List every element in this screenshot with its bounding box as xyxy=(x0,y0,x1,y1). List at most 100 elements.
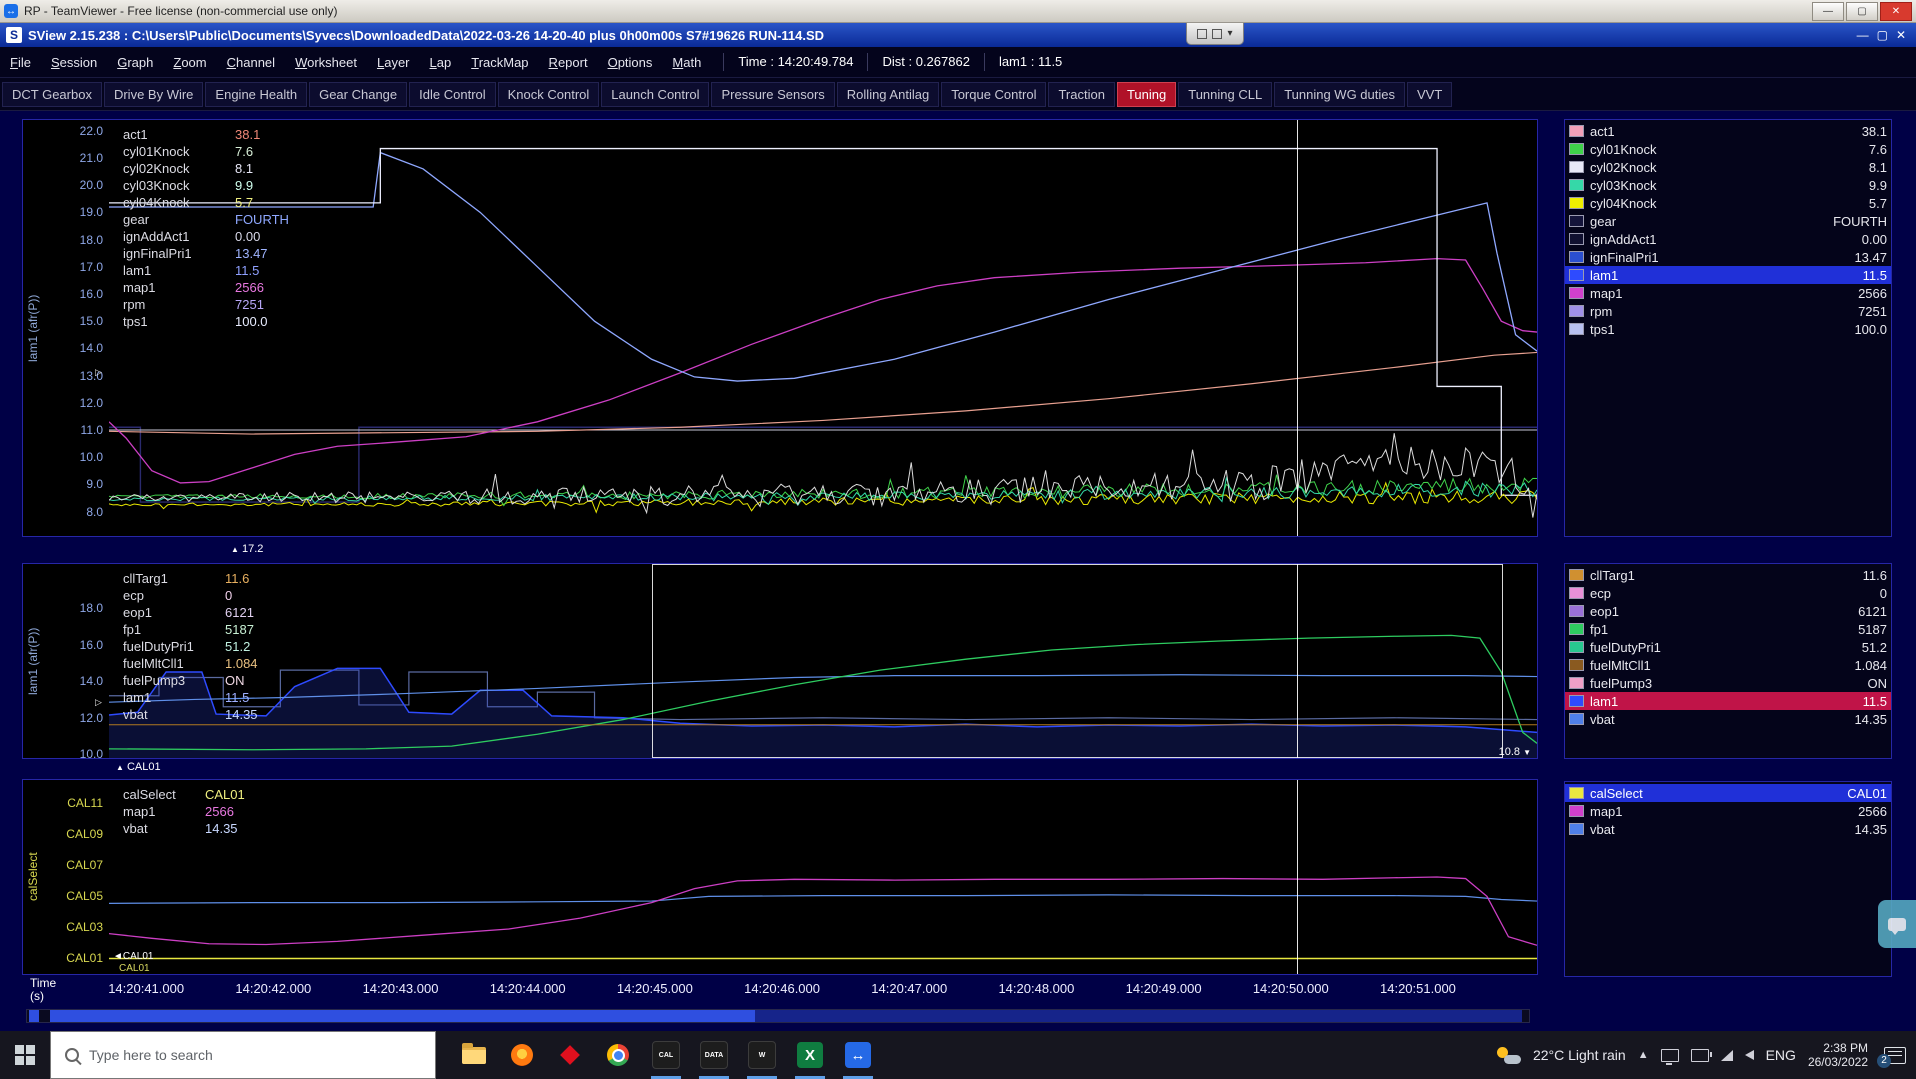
tab-tunning-cll[interactable]: Tunning CLL xyxy=(1178,82,1272,107)
channel-color-swatch xyxy=(1569,677,1584,689)
tab-drive-by-wire[interactable]: Drive By Wire xyxy=(104,82,203,107)
tab-rolling-antilag[interactable]: Rolling Antilag xyxy=(837,82,939,107)
channel-row-rpm[interactable]: rpm7251 xyxy=(1565,302,1891,320)
minimize-button[interactable]: — xyxy=(1812,2,1844,21)
top-plot[interactable]: act138.1cyl01Knock7.6cyl02Knock8.1cyl03K… xyxy=(109,120,1537,536)
channel-row-fp1[interactable]: fp15187 xyxy=(1565,620,1891,638)
channel-row-cyl02Knock[interactable]: cyl02Knock8.1 xyxy=(1565,158,1891,176)
notification-icon[interactable]: 2 xyxy=(1884,1047,1906,1064)
channel-row-fuelDutyPri1[interactable]: fuelDutyPri151.2 xyxy=(1565,638,1891,656)
channel-row-cyl04Knock[interactable]: cyl04Knock5.7 xyxy=(1565,194,1891,212)
horizontal-scrollbar[interactable] xyxy=(26,1009,1530,1023)
zoom-selection-box[interactable] xyxy=(652,564,1503,758)
taskbar-app-cal[interactable]: CAL xyxy=(642,1031,690,1079)
menu-item-lap[interactable]: Lap xyxy=(420,50,462,75)
time-tick-label: 14:20:48.000 xyxy=(998,981,1074,996)
tab-gear-change[interactable]: Gear Change xyxy=(309,82,407,107)
top-chart-panel[interactable]: lam1 (afr(P)) 22.021.020.019.018.017.016… xyxy=(22,119,1538,537)
tray-expand-icon[interactable]: ▲ xyxy=(1638,1049,1649,1061)
taskbar-app-excel[interactable]: X xyxy=(786,1031,834,1079)
tab-dct-gearbox[interactable]: DCT Gearbox xyxy=(2,82,102,107)
channel-row-map1[interactable]: map12566 xyxy=(1565,284,1891,302)
window-minimize-icon[interactable]: — xyxy=(1857,28,1869,42)
teamviewer-chat-button[interactable] xyxy=(1878,900,1916,948)
middle-plot[interactable]: cllTarg111.6ecp0eop16121fp15187fuelDutyP… xyxy=(109,564,1537,758)
monitor-icon[interactable] xyxy=(1661,1049,1679,1062)
menu-item-session[interactable]: Session xyxy=(41,50,107,75)
tab-tunning-wg-duties[interactable]: Tunning WG duties xyxy=(1274,82,1405,107)
time-tick-label: 14:20:46.000 xyxy=(744,981,820,996)
channel-row-vbat[interactable]: vbat14.35 xyxy=(1565,820,1891,838)
taskbar-app-chrome[interactable] xyxy=(594,1031,642,1079)
tab-engine-health[interactable]: Engine Health xyxy=(205,82,307,107)
tab-vvt[interactable]: VVT xyxy=(1407,82,1452,107)
menu-item-file[interactable]: File xyxy=(0,50,41,75)
taskbar-app-folder[interactable] xyxy=(450,1031,498,1079)
legend-channel-value: 9.9 xyxy=(235,178,253,193)
window-title: SView 2.15.238 : C:\Users\Public\Documen… xyxy=(28,28,1857,43)
channel-row-cyl03Knock[interactable]: cyl03Knock9.9 xyxy=(1565,176,1891,194)
channel-row-cllTarg1[interactable]: cllTarg111.6 xyxy=(1565,566,1891,584)
bottom-plot[interactable]: calSelectCAL01map12566vbat14.35 ◄CAL01 C… xyxy=(109,780,1537,974)
channel-list-panel-top: act138.1cyl01Knock7.6cyl02Knock8.1cyl03K… xyxy=(1564,119,1892,537)
tab-knock-control[interactable]: Knock Control xyxy=(498,82,600,107)
channel-row-tps1[interactable]: tps1100.0 xyxy=(1565,320,1891,338)
bottom-chart-panel[interactable]: calSelect CAL11CAL09CAL07CAL05CAL03CAL01… xyxy=(22,779,1538,975)
menu-item-graph[interactable]: Graph xyxy=(107,50,163,75)
teamviewer-session-widget[interactable]: ▾ xyxy=(1186,23,1244,45)
tab-launch-control[interactable]: Launch Control xyxy=(601,82,709,107)
channel-row-map1[interactable]: map12566 xyxy=(1565,802,1891,820)
taskbar-app-data[interactable]: DATA xyxy=(690,1031,738,1079)
menu-item-math[interactable]: Math xyxy=(662,50,711,75)
tab-tuning[interactable]: Tuning xyxy=(1117,82,1176,107)
menu-item-report[interactable]: Report xyxy=(539,50,598,75)
window-restore-icon[interactable]: ▢ xyxy=(1877,28,1888,42)
channel-row-gear[interactable]: gearFOURTH xyxy=(1565,212,1891,230)
time-cursor[interactable] xyxy=(1297,780,1298,974)
tab-idle-control[interactable]: Idle Control xyxy=(409,82,495,107)
clock[interactable]: 2:38 PM 26/03/2022 xyxy=(1808,1041,1868,1069)
channel-row-eop1[interactable]: eop16121 xyxy=(1565,602,1891,620)
scrollbar-thumb[interactable] xyxy=(50,1010,756,1022)
tab-traction[interactable]: Traction xyxy=(1048,82,1114,107)
menu-item-layer[interactable]: Layer xyxy=(367,50,420,75)
window-close-icon[interactable]: ✕ xyxy=(1896,28,1906,42)
tab-pressure-sensors[interactable]: Pressure Sensors xyxy=(711,82,834,107)
weather-text[interactable]: 22°C Light rain xyxy=(1533,1047,1626,1063)
channel-row-vbat[interactable]: vbat14.35 xyxy=(1565,710,1891,728)
taskbar-app-teamviewer[interactable]: ↔ xyxy=(834,1031,882,1079)
network-icon[interactable] xyxy=(1721,1050,1733,1061)
menu-item-options[interactable]: Options xyxy=(598,50,663,75)
channel-row-ecp[interactable]: ecp0 xyxy=(1565,584,1891,602)
taskbar-app-mitsubishi[interactable] xyxy=(546,1031,594,1079)
start-button[interactable] xyxy=(0,1031,50,1079)
channel-color-swatch xyxy=(1569,823,1584,835)
channel-row-act1[interactable]: act138.1 xyxy=(1565,122,1891,140)
channel-row-cyl01Knock[interactable]: cyl01Knock7.6 xyxy=(1565,140,1891,158)
taskbar-search[interactable]: Type here to search xyxy=(50,1031,436,1079)
channel-row-fuelMltCll1[interactable]: fuelMltCll11.084 xyxy=(1565,656,1891,674)
tab-torque-control[interactable]: Torque Control xyxy=(941,82,1046,107)
language-indicator[interactable]: ENG xyxy=(1766,1047,1796,1063)
channel-row-lam1[interactable]: lam111.5 xyxy=(1565,692,1891,710)
battery-icon[interactable] xyxy=(1691,1049,1709,1062)
menu-item-worksheet[interactable]: Worksheet xyxy=(285,50,367,75)
close-button[interactable]: ✕ xyxy=(1880,2,1912,21)
menu-item-zoom[interactable]: Zoom xyxy=(163,50,216,75)
channel-row-lam1[interactable]: lam111.5 xyxy=(1565,266,1891,284)
y-tick-label: 8.0 xyxy=(86,505,103,519)
channel-row-ignFinalPri1[interactable]: ignFinalPri113.47 xyxy=(1565,248,1891,266)
time-cursor[interactable] xyxy=(1297,564,1298,758)
maximize-button[interactable]: ▢ xyxy=(1846,2,1878,21)
taskbar-app-orange[interactable] xyxy=(498,1031,546,1079)
time-cursor[interactable] xyxy=(1297,120,1298,536)
channel-row-ignAddAct1[interactable]: ignAddAct10.00 xyxy=(1565,230,1891,248)
legend-row-cyl03Knock: cyl03Knock9.9 xyxy=(123,177,289,194)
middle-chart-panel[interactable]: lam1 (afr(P)) 18.016.014.012.010.0 cllTa… xyxy=(22,563,1538,759)
menu-item-channel[interactable]: Channel xyxy=(217,50,285,75)
volume-icon[interactable] xyxy=(1745,1050,1754,1060)
channel-row-calSelect[interactable]: calSelectCAL01 xyxy=(1565,784,1891,802)
taskbar-app-wols[interactable]: W xyxy=(738,1031,786,1079)
menu-item-trackmap[interactable]: TrackMap xyxy=(461,50,538,75)
channel-row-fuelPump3[interactable]: fuelPump3ON xyxy=(1565,674,1891,692)
